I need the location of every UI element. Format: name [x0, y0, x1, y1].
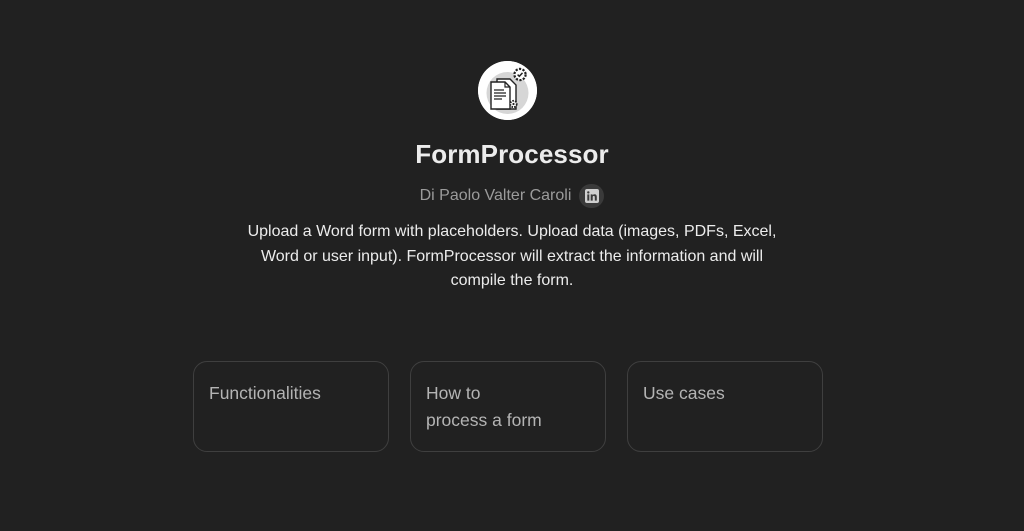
starter-label: Functionalities: [209, 383, 321, 403]
starter-card-functionalities[interactable]: Functionalities: [193, 361, 389, 452]
conversation-starters: Functionalities How to process a form Us…: [193, 361, 823, 452]
gpt-title: FormProcessor: [415, 139, 609, 169]
gpt-landing: FormProcessor Di Paolo Valter Caroli Upl…: [0, 0, 1024, 531]
starter-label: How to: [426, 383, 481, 403]
linkedin-link[interactable]: [579, 184, 605, 208]
gpt-description: Upload a Word form with placeholders. Up…: [247, 223, 777, 289]
starter-card-how-to-process[interactable]: How to process a form: [410, 361, 606, 452]
starter-label: Use cases: [643, 383, 725, 403]
starter-card-use-cases[interactable]: Use cases: [627, 361, 823, 452]
linkedin-icon: [584, 189, 599, 203]
gpt-logo: [478, 61, 537, 120]
author-row: Di Paolo Valter Caroli: [0, 184, 1024, 208]
starter-label-line2: process a form: [426, 410, 542, 430]
author-name: Di Paolo Valter Caroli: [419, 187, 572, 204]
document-gear-icon: [478, 61, 537, 120]
